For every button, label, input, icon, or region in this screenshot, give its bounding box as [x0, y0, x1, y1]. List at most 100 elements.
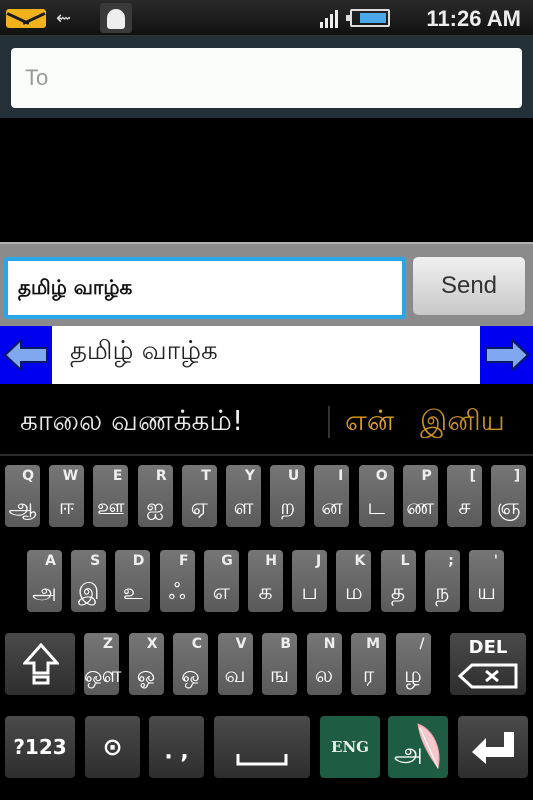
key-w[interactable]: Wஈ: [49, 465, 85, 527]
arrow-left-button[interactable]: [0, 326, 52, 384]
key-latin-label: W: [62, 468, 79, 484]
android-debug-icon: [100, 3, 132, 33]
candidate-primary[interactable]: காலை வணக்கம்!: [20, 404, 243, 441]
quill-icon: [417, 723, 440, 770]
key-tamil-label: ப: [301, 580, 318, 605]
mail-icon: [6, 9, 46, 28]
arrow-left-icon: [3, 337, 48, 373]
key-latin-label: ;: [448, 553, 454, 569]
candidate-divider: [328, 406, 330, 438]
shift-key[interactable]: [5, 633, 75, 695]
key-latin-label: Y: [244, 468, 255, 484]
key-latin-label: P: [421, 468, 432, 484]
key-k[interactable]: Kம: [336, 550, 372, 612]
arrow-right-button[interactable]: [481, 326, 533, 384]
key-latin-label: Q: [22, 468, 34, 484]
key-latin-label: D: [132, 553, 145, 569]
message-input[interactable]: தமிழ் வாழ்க: [4, 257, 406, 319]
key-latin-label: [: [469, 468, 476, 484]
key-tamil-label: ழ: [404, 663, 422, 688]
key-latin-label: E: [112, 468, 123, 484]
key-h[interactable]: Hக: [248, 550, 283, 612]
english-key[interactable]: ENG: [320, 716, 380, 778]
clock: 11:26 AM: [426, 6, 521, 31]
settings-key[interactable]: ⊙: [85, 716, 140, 778]
key-latin-label: S: [90, 553, 101, 569]
space-icon: [236, 754, 288, 766]
key-tamil-label: ங: [269, 663, 290, 688]
key-lbracket[interactable]: [ச: [447, 465, 482, 527]
key-l[interactable]: Lத: [380, 550, 416, 612]
key-tamil-label: ஔ: [84, 663, 122, 688]
key-latin-label: ]: [513, 468, 521, 484]
key-x[interactable]: Xஓ: [128, 633, 164, 695]
candidate-item[interactable]: என்: [345, 404, 394, 441]
key-apostrophe[interactable]: ' ய: [469, 550, 504, 612]
key-tamil-label: ர: [362, 663, 375, 688]
transliteration-text[interactable]: தமிழ் வாழ்க: [52, 326, 480, 384]
key-y[interactable]: Yள: [226, 465, 261, 527]
key-tamil-label: ஏ: [190, 495, 208, 520]
backspace-icon: [458, 663, 518, 689]
key-f[interactable]: Fஃ: [159, 550, 195, 612]
key-v[interactable]: Vவ: [217, 633, 253, 695]
arrow-right-icon: [485, 337, 530, 373]
enter-key[interactable]: [458, 716, 528, 778]
key-tamil-label: இ: [77, 580, 100, 605]
key-g[interactable]: Gஎ: [203, 550, 239, 612]
key-q[interactable]: Qஆ: [5, 465, 40, 527]
key-latin-label: Z: [102, 636, 113, 652]
key-p[interactable]: Pண: [402, 465, 438, 527]
punctuation-label: . ,: [164, 739, 189, 765]
symbols-key[interactable]: ?123: [5, 716, 75, 778]
key-latin-label: T: [201, 468, 211, 484]
space-key[interactable]: [214, 716, 310, 778]
symbols-label: ?123: [13, 735, 67, 759]
key-tamil-label: எ: [212, 580, 230, 605]
key-tamil-label: அ: [32, 580, 57, 605]
key-tamil-label: உ: [122, 580, 143, 605]
key-m[interactable]: Mர: [351, 633, 386, 695]
key-r[interactable]: Rஐ: [137, 465, 173, 527]
key-latin-label: N: [323, 636, 336, 652]
enter-icon: [472, 732, 514, 764]
key-latin-label: O: [375, 468, 388, 484]
key-tamil-label: ற: [280, 495, 296, 520]
compose-bar: தமிழ் வாழ்க Send: [0, 242, 533, 326]
key-a[interactable]: Aஅ: [27, 550, 62, 612]
key-j[interactable]: Jப: [292, 550, 328, 612]
punctuation-key[interactable]: . ,: [149, 716, 204, 778]
key-tamil-label: ஈ: [58, 495, 75, 520]
key-latin-label: J: [315, 553, 322, 569]
key-tamil-label: த: [390, 580, 406, 605]
recipient-area: [0, 36, 533, 118]
send-button[interactable]: Send: [412, 256, 526, 316]
key-tamil-label: ம: [345, 580, 363, 605]
key-tamil-label: ஒ: [181, 663, 200, 688]
key-d[interactable]: Dஉ: [115, 550, 151, 612]
key-c[interactable]: Cஒ: [173, 633, 208, 695]
key-tamil-label: ச: [458, 495, 471, 520]
key-e[interactable]: Eஊ: [93, 465, 129, 527]
key-t[interactable]: Tஏ: [181, 465, 217, 527]
delete-key[interactable]: DEL: [450, 633, 526, 695]
key-rbracket[interactable]: ] ஞ: [491, 465, 527, 527]
recipient-input[interactable]: [11, 48, 522, 108]
key-b[interactable]: Bங: [262, 633, 297, 695]
shift-icon: [23, 643, 59, 685]
tamil-switch-key[interactable]: அ: [388, 716, 448, 778]
key-semicolon[interactable]: ; ந: [424, 550, 460, 612]
key-s[interactable]: Sஇ: [71, 550, 107, 612]
key-latin-label: C: [191, 636, 202, 652]
key-slash[interactable]: / ழ: [395, 633, 431, 695]
key-z[interactable]: Zஔ: [84, 633, 122, 695]
key-n[interactable]: Nல: [306, 633, 342, 695]
key-u[interactable]: Uற: [270, 465, 306, 527]
key-o[interactable]: Oட: [358, 465, 394, 527]
candidate-item[interactable]: இனிய: [420, 404, 505, 441]
key-latin-label: ': [493, 553, 498, 569]
key-latin-label: A: [45, 553, 56, 569]
key-i[interactable]: Iன: [314, 465, 350, 527]
key-tamil-label: ட: [367, 495, 385, 520]
key-latin-label: U: [287, 468, 300, 484]
